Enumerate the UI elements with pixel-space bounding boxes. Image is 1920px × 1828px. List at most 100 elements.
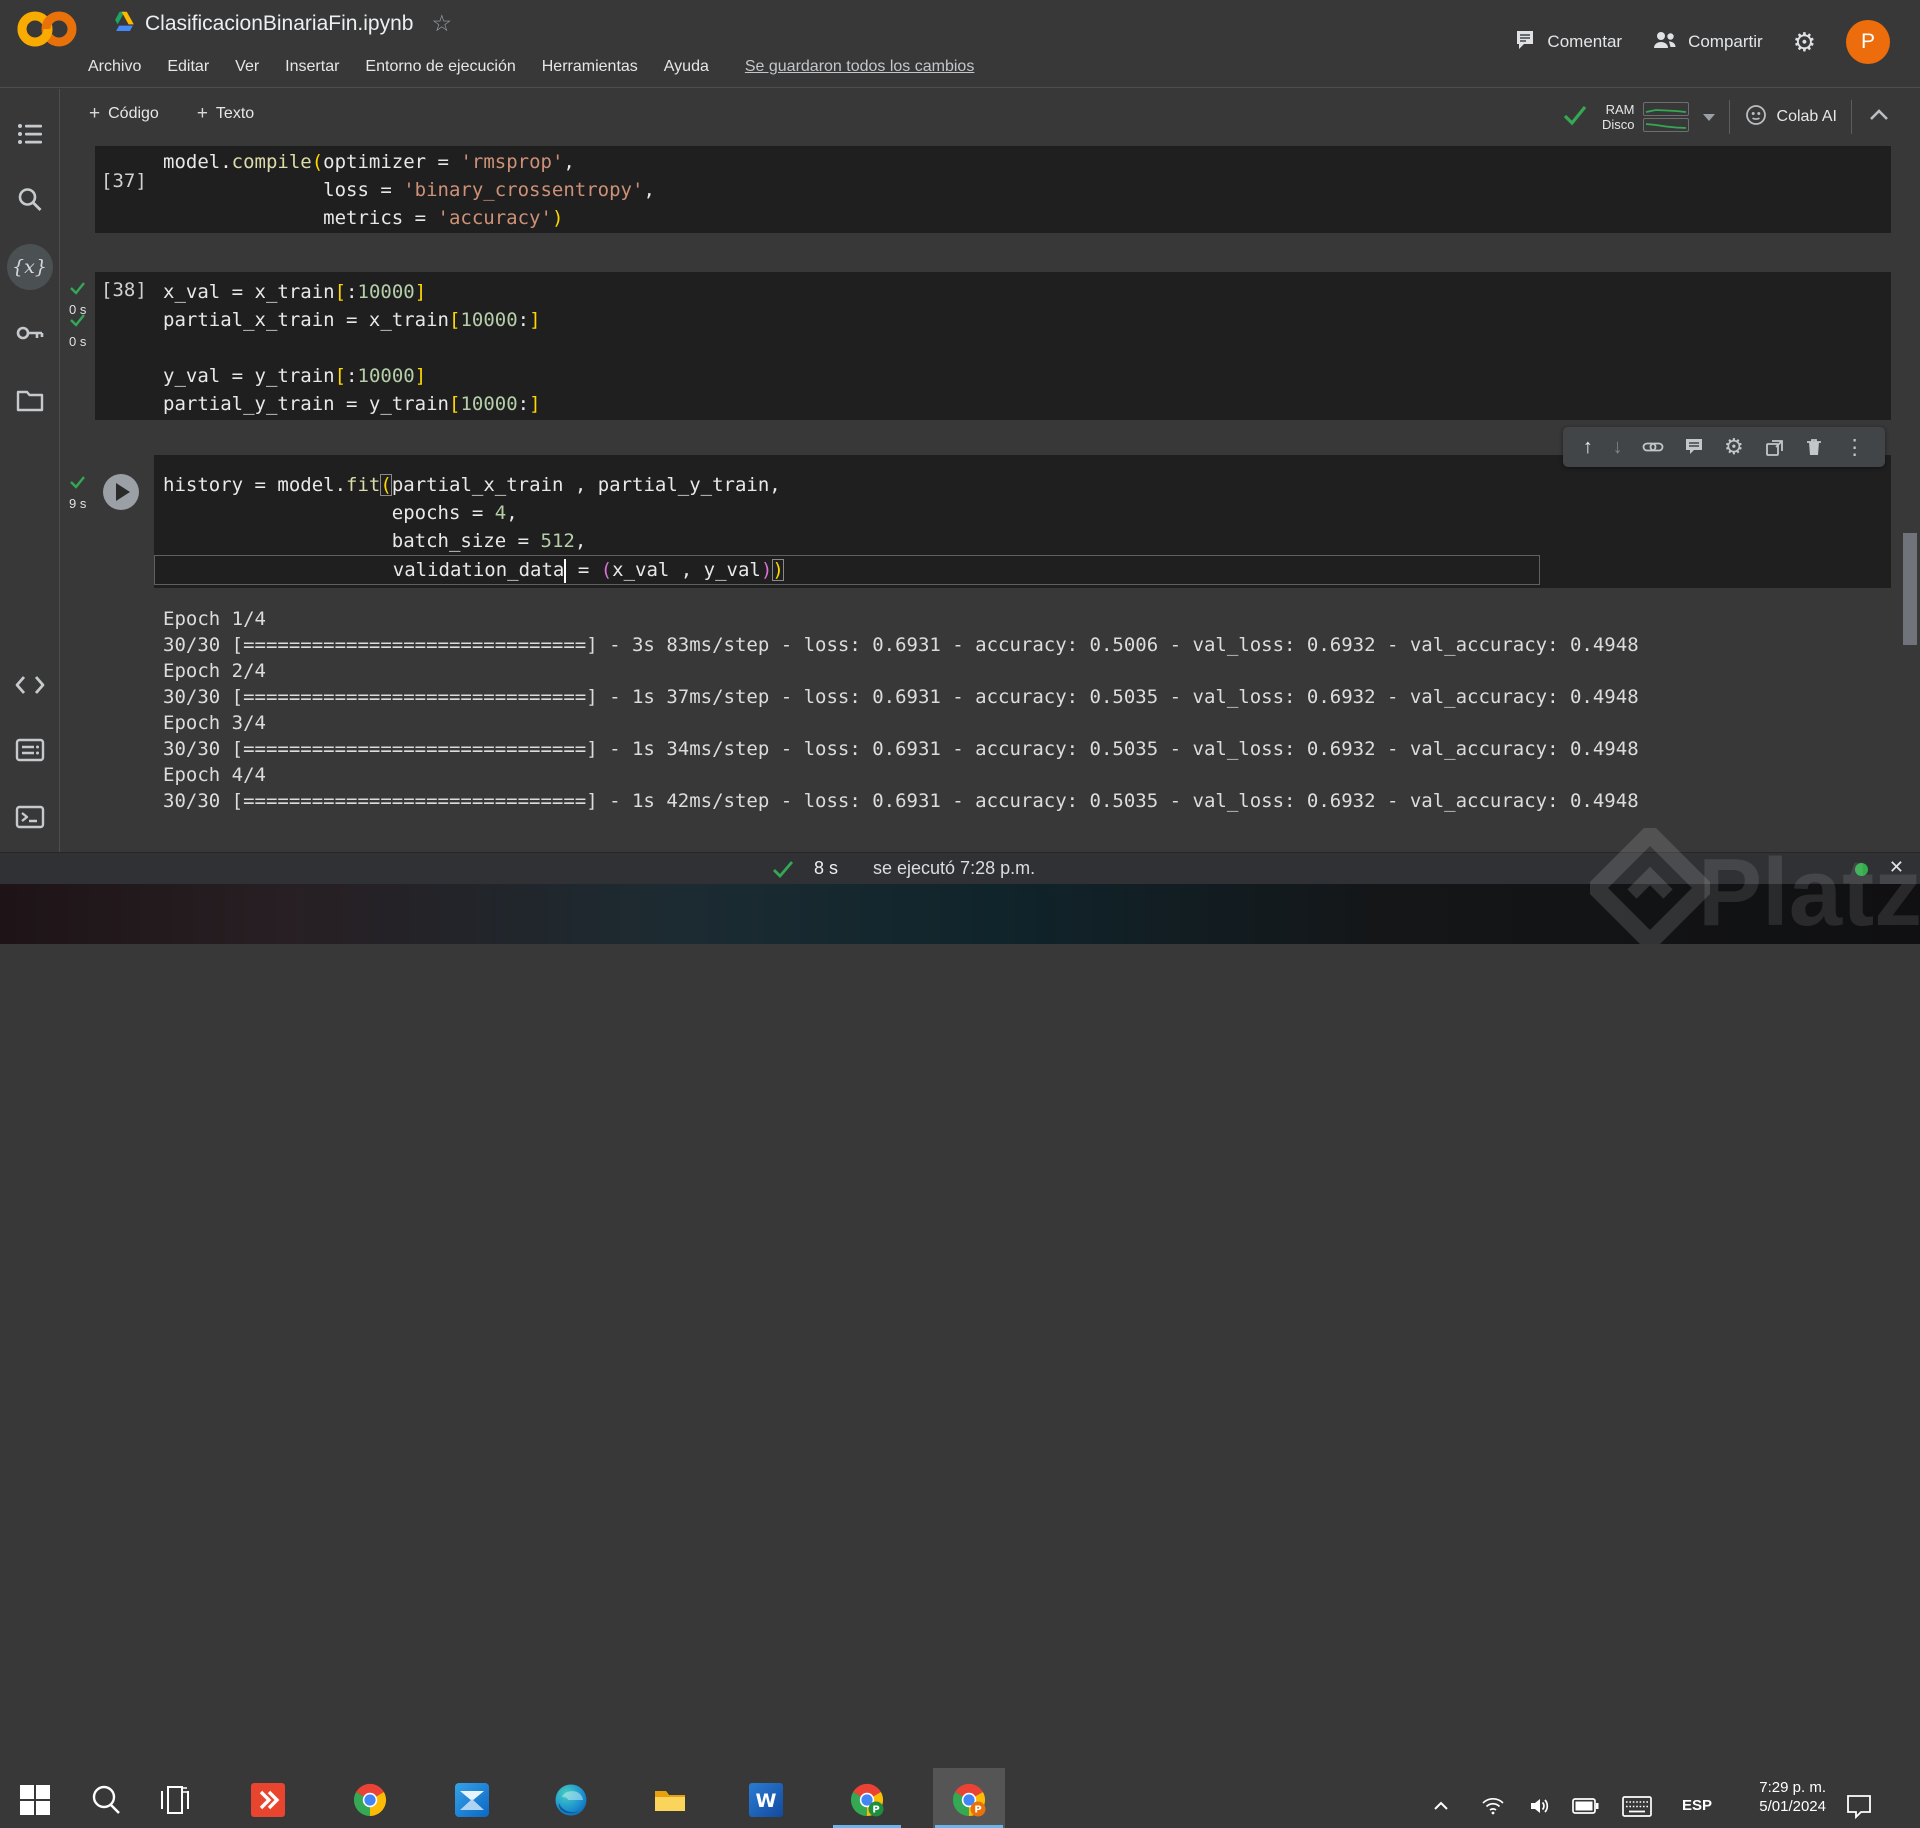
command-palette-icon[interactable] bbox=[15, 737, 45, 768]
comment-button[interactable]: Comentar bbox=[1513, 28, 1622, 57]
start-button-icon[interactable] bbox=[18, 1783, 52, 1817]
execution-message: se ejecutó 7:28 p.m. bbox=[873, 858, 1035, 879]
code-cell-37[interactable]: [37] model.compile(optimizer = 'rmsprop'… bbox=[95, 146, 1891, 233]
code-line[interactable]: metrics = 'accuracy') bbox=[95, 204, 1891, 232]
search-icon[interactable] bbox=[16, 186, 43, 218]
code-line[interactable]: epochs = 4, bbox=[154, 499, 1891, 527]
table-of-contents-icon[interactable] bbox=[17, 122, 43, 151]
cell-output: Epoch 1/430/30 [========================… bbox=[163, 606, 1639, 814]
chrome-profile-orange-icon[interactable]: P bbox=[952, 1783, 986, 1817]
code-line[interactable]: loss = 'binary_crossentropy', bbox=[95, 176, 1891, 204]
touch-keyboard-icon[interactable] bbox=[1622, 1796, 1652, 1822]
share-button[interactable]: Compartir bbox=[1652, 28, 1763, 57]
ram-label: RAM bbox=[1602, 102, 1635, 117]
more-actions-icon[interactable] bbox=[1844, 435, 1865, 460]
colab-logo-icon[interactable] bbox=[16, 8, 78, 55]
output-line: 30/30 [==============================] -… bbox=[163, 684, 1639, 710]
vertical-scrollbar-thumb[interactable] bbox=[1903, 533, 1917, 645]
copy-link-icon[interactable] bbox=[1642, 436, 1664, 458]
notebook-title[interactable]: ClasificacionBinariaFin.ipynb bbox=[145, 12, 413, 36]
taskbar-search-icon[interactable] bbox=[89, 1783, 123, 1817]
edge-icon[interactable] bbox=[554, 1783, 588, 1817]
mail-icon[interactable] bbox=[455, 1783, 489, 1817]
execution-status-bar: 8 s se ejecutó 7:28 p.m. bbox=[0, 852, 1920, 884]
plus-icon bbox=[89, 103, 100, 125]
move-cell-down-icon[interactable] bbox=[1613, 436, 1623, 459]
status-green-dot bbox=[1855, 863, 1868, 876]
menu-entorno[interactable]: Entorno de ejecución bbox=[365, 58, 515, 76]
star-icon[interactable] bbox=[431, 10, 452, 37]
word-icon[interactable]: W bbox=[749, 1783, 783, 1817]
terminal-icon[interactable] bbox=[15, 804, 45, 835]
ram-sparkline bbox=[1643, 102, 1689, 116]
code-line[interactable]: history = model.fit(partial_x_train , pa… bbox=[154, 471, 1891, 499]
save-status-link[interactable]: Se guardaron todos los cambios bbox=[745, 58, 974, 76]
executed-check-icon bbox=[772, 860, 794, 883]
delete-cell-trash-icon[interactable] bbox=[1804, 437, 1824, 458]
resources-indicator[interactable]: RAM Disco bbox=[1602, 102, 1715, 132]
svg-text:P: P bbox=[974, 1805, 981, 1816]
taskbar-time: 7:29 p. m. bbox=[1736, 1778, 1826, 1797]
menu-insertar[interactable]: Insertar bbox=[285, 58, 339, 76]
menu-herramientas[interactable]: Herramientas bbox=[542, 58, 638, 76]
variables-icon[interactable]: {x} bbox=[7, 244, 53, 290]
code-line[interactable]: y_val = y_train[:10000] bbox=[95, 362, 1891, 390]
drive-icon bbox=[112, 11, 135, 37]
chevron-down-icon[interactable] bbox=[1703, 114, 1715, 121]
action-center-icon[interactable] bbox=[1846, 1794, 1872, 1824]
output-line: Epoch 4/4 bbox=[163, 762, 1639, 788]
open-in-tab-icon[interactable] bbox=[1764, 437, 1785, 458]
settings-gear-icon[interactable] bbox=[1793, 27, 1816, 58]
comment-icon bbox=[1513, 28, 1537, 57]
run-cell-button[interactable] bbox=[103, 474, 139, 510]
collapse-chevron-up-icon[interactable] bbox=[1866, 106, 1892, 129]
cell-37-exec-count[interactable]: [37] bbox=[101, 170, 147, 192]
move-cell-up-icon[interactable] bbox=[1583, 436, 1593, 459]
code-line[interactable]: x_val = x_train[:10000] bbox=[95, 278, 1891, 306]
files-folder-icon[interactable] bbox=[16, 388, 44, 417]
divider bbox=[1729, 100, 1730, 134]
volume-icon[interactable] bbox=[1528, 1794, 1552, 1823]
menu-ayuda[interactable]: Ayuda bbox=[664, 58, 709, 76]
notebook-area: 0 s [37] model.compile(optimizer = 'rmsp… bbox=[61, 145, 1920, 852]
user-avatar[interactable]: P bbox=[1846, 20, 1890, 64]
cell-settings-gear-icon[interactable] bbox=[1724, 434, 1744, 460]
code-line[interactable]: partial_x_train = x_train[10000:] bbox=[95, 306, 1891, 334]
code-line[interactable] bbox=[95, 334, 1891, 362]
add-text-button[interactable]: Texto bbox=[197, 103, 254, 125]
code-line[interactable]: batch_size = 512, bbox=[154, 527, 1891, 555]
cell-38-exec-count[interactable]: [38] bbox=[101, 279, 147, 301]
red-diamond-app-icon[interactable] bbox=[251, 1783, 285, 1817]
add-comment-icon[interactable] bbox=[1684, 437, 1704, 457]
code-line[interactable]: model.compile(optimizer = 'rmsprop', bbox=[95, 148, 1891, 176]
secrets-key-icon[interactable] bbox=[15, 320, 45, 351]
code-line[interactable]: partial_y_train = y_train[10000:] bbox=[95, 390, 1891, 418]
code-line[interactable]: validation_data = (x_val , y_val)) bbox=[154, 555, 1540, 585]
plus-icon bbox=[197, 103, 208, 125]
chrome-profile-green-icon[interactable]: P bbox=[850, 1783, 884, 1817]
taskbar-date: 5/01/2024 bbox=[1736, 1797, 1826, 1816]
wifi-icon[interactable] bbox=[1481, 1794, 1505, 1823]
add-code-button[interactable]: Código bbox=[89, 103, 159, 125]
colab-ai-button[interactable]: Colab AI bbox=[1744, 103, 1837, 132]
menu-bar: Archivo Editar Ver Insertar Entorno de e… bbox=[88, 58, 974, 76]
menu-editar[interactable]: Editar bbox=[167, 58, 209, 76]
chrome-icon[interactable] bbox=[353, 1783, 387, 1817]
code-cell-fit[interactable]: history = model.fit(partial_x_train , pa… bbox=[154, 455, 1891, 588]
task-view-icon[interactable] bbox=[158, 1783, 192, 1817]
notebook-toolbar: Código Texto RAM Disco bbox=[61, 89, 1920, 145]
code-cell-38[interactable]: [38] x_val = x_train[:10000]partial_x_tr… bbox=[95, 272, 1891, 420]
svg-text:P: P bbox=[872, 1805, 879, 1816]
menu-archivo[interactable]: Archivo bbox=[88, 58, 141, 76]
menu-ver[interactable]: Ver bbox=[235, 58, 259, 76]
check-icon bbox=[69, 281, 86, 295]
file-explorer-icon[interactable] bbox=[653, 1783, 687, 1817]
close-status-icon[interactable] bbox=[1889, 857, 1904, 878]
hidden-icons-chevron-icon[interactable] bbox=[1430, 1795, 1452, 1822]
code-snippets-icon[interactable] bbox=[15, 673, 45, 702]
battery-icon[interactable] bbox=[1572, 1796, 1599, 1821]
keyboard-language[interactable]: ESP bbox=[1682, 1797, 1712, 1814]
taskbar-clock[interactable]: 7:29 p. m. 5/01/2024 bbox=[1736, 1778, 1826, 1816]
colab-window: ClasificacionBinariaFin.ipynb Archivo Ed… bbox=[0, 0, 1920, 944]
play-icon bbox=[116, 483, 130, 501]
